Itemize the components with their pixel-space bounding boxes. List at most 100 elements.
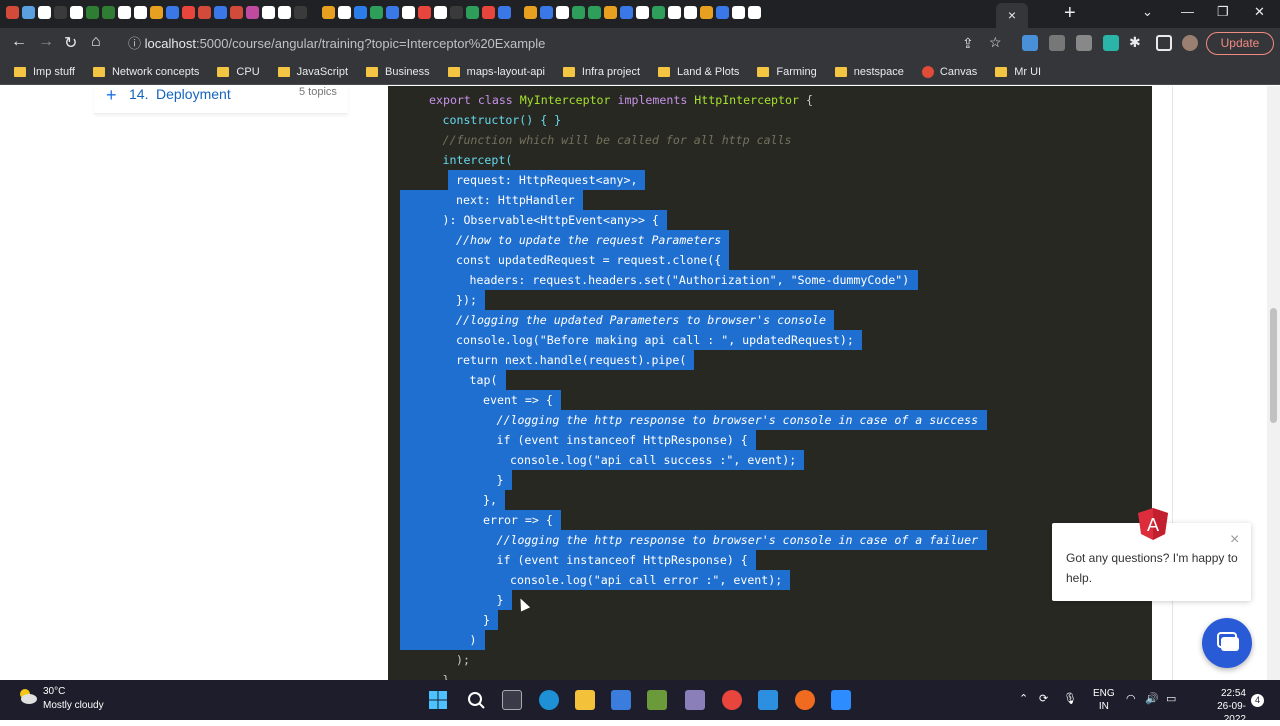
extension-toggle-icon[interactable] <box>1103 35 1119 51</box>
pinned-tab-favicon-icon[interactable] <box>668 6 681 19</box>
bookmark-item[interactable]: nestspace <box>834 66 904 78</box>
pinned-tab-favicon-icon[interactable] <box>150 6 163 19</box>
pinned-tab-favicon-icon[interactable] <box>38 6 51 19</box>
pinned-tab-favicon-icon[interactable] <box>338 6 351 19</box>
system-clock[interactable]: 22:54 26-09-2022 <box>1208 687 1246 726</box>
bookmark-item[interactable]: Imp stuff <box>14 66 75 78</box>
pinned-tab-favicon-icon[interactable] <box>198 6 211 19</box>
windows-start-icon[interactable] <box>428 690 448 710</box>
bookmark-item[interactable]: Network concepts <box>92 66 199 78</box>
pinned-tab-favicon-icon[interactable] <box>386 6 399 19</box>
bookmark-item[interactable]: maps-layout-api <box>447 66 545 78</box>
pinned-tab-favicon-icon[interactable] <box>22 6 35 19</box>
pinned-tab-favicon-icon[interactable] <box>70 6 83 19</box>
bookmark-item[interactable]: JavaScript <box>277 66 348 78</box>
pinned-tab-favicon-icon[interactable] <box>450 6 463 19</box>
update-button[interactable]: Update <box>1206 32 1274 55</box>
pinned-tab-favicon-icon[interactable] <box>588 6 601 19</box>
pinned-tab-favicon-icon[interactable] <box>182 6 195 19</box>
input-language[interactable]: ENG IN <box>1093 687 1115 713</box>
bookmark-item[interactable]: Business <box>366 66 430 78</box>
weather-widget[interactable]: 30°C Mostly cloudy <box>16 686 104 711</box>
pinned-tab-favicon-icon[interactable] <box>294 6 307 19</box>
pinned-tab-favicon-icon[interactable] <box>434 6 447 19</box>
firefox-icon[interactable] <box>795 690 815 710</box>
pinned-tab-favicon-icon[interactable] <box>604 6 617 19</box>
bookmark-item[interactable]: CPU <box>217 66 260 78</box>
bookmark-item[interactable]: Farming <box>757 66 817 78</box>
pinned-tab-favicon-icon[interactable] <box>748 6 761 19</box>
code-block[interactable]: export class MyInterceptor implements Ht… <box>388 86 1152 680</box>
forward-icon[interactable]: → <box>38 33 54 51</box>
vscode-icon[interactable] <box>758 690 778 710</box>
app-icon[interactable] <box>685 690 705 710</box>
wifi-icon[interactable]: ◠ <box>1126 692 1136 705</box>
pinned-tab-favicon-icon[interactable] <box>230 6 243 19</box>
reload-icon[interactable]: ↻ <box>64 33 77 53</box>
volume-icon[interactable]: 🔊 <box>1145 692 1159 705</box>
zoom-icon[interactable] <box>831 690 851 710</box>
sidebar-item-title[interactable]: Deployment <box>156 86 231 102</box>
close-tab-icon[interactable]: × <box>1008 7 1016 23</box>
pinned-tab-favicon-icon[interactable] <box>246 6 259 19</box>
microphone-icon[interactable]: 🎙 <box>1063 692 1077 705</box>
side-panel-icon[interactable] <box>1156 35 1172 51</box>
pinned-tab-favicon-icon[interactable] <box>572 6 585 19</box>
pinned-tab-favicon-icon[interactable] <box>732 6 745 19</box>
bookmark-item[interactable]: Infra project <box>562 66 640 78</box>
scrollbar-thumb[interactable] <box>1270 308 1277 423</box>
chat-launcher-button[interactable] <box>1202 618 1252 668</box>
back-icon[interactable]: ← <box>11 33 27 51</box>
site-info-icon[interactable]: ⓘ <box>128 36 141 51</box>
pinned-tab-favicon-icon[interactable] <box>482 6 495 19</box>
sidebar-item-deployment[interactable]: + 14. Deployment 5 topics <box>94 86 348 114</box>
pinned-tab-favicon-icon[interactable] <box>354 6 367 19</box>
show-hidden-icons[interactable]: ⌃ <box>1019 692 1028 705</box>
pinned-tab-favicon-icon[interactable] <box>498 6 511 19</box>
pinned-tab-favicon-icon[interactable] <box>134 6 147 19</box>
page-scrollbar[interactable] <box>1267 86 1280 680</box>
pinned-tab-favicon-icon[interactable] <box>402 6 415 19</box>
extension-camera-icon[interactable] <box>1076 35 1092 51</box>
minimize-icon[interactable]: — <box>1181 4 1194 19</box>
pinned-tab-favicon-icon[interactable] <box>370 6 383 19</box>
bookmark-item[interactable]: Land & Plots <box>658 66 739 78</box>
pinned-tab-favicon-icon[interactable] <box>466 6 479 19</box>
pinned-tab-favicon-icon[interactable] <box>6 6 19 19</box>
notification-badge[interactable]: 4 <box>1251 694 1264 707</box>
edge-icon[interactable] <box>539 690 559 710</box>
pinned-tab-favicon-icon[interactable] <box>556 6 569 19</box>
pinned-tab-favicon-icon[interactable] <box>86 6 99 19</box>
close-window-icon[interactable]: ✕ <box>1254 4 1265 20</box>
chat-close-icon[interactable]: × <box>1230 531 1239 549</box>
store-icon[interactable] <box>611 690 631 710</box>
pinned-tab-favicon-icon[interactable] <box>540 6 553 19</box>
pinned-tab-favicon-icon[interactable] <box>620 6 633 19</box>
battery-icon[interactable]: ▭ <box>1166 692 1176 705</box>
expand-icon[interactable]: + <box>106 86 117 106</box>
home-icon[interactable]: ⌂ <box>91 33 101 51</box>
pinned-tab-favicon-icon[interactable] <box>118 6 131 19</box>
notepad-plus-icon[interactable] <box>647 690 667 710</box>
pinned-tab-favicon-icon[interactable] <box>214 6 227 19</box>
pinned-tab-favicon-icon[interactable] <box>262 6 275 19</box>
search-icon[interactable] <box>466 690 486 710</box>
pinned-tab-favicon-icon[interactable] <box>700 6 713 19</box>
profile-avatar[interactable] <box>1182 35 1198 51</box>
pinned-tab-favicon-icon[interactable] <box>54 6 67 19</box>
bookmark-item[interactable]: Canvas <box>921 65 977 78</box>
tab-search-icon[interactable]: ⌄ <box>1142 4 1153 20</box>
task-view-icon[interactable] <box>502 690 522 710</box>
pinned-tab-favicon-icon[interactable] <box>166 6 179 19</box>
share-icon[interactable]: ⇪ <box>962 35 974 52</box>
maximize-icon[interactable]: ❐ <box>1217 4 1229 20</box>
pinned-tab-favicon-icon[interactable] <box>716 6 729 19</box>
chrome-icon[interactable] <box>722 690 742 710</box>
sync-icon[interactable]: ⟳ <box>1039 692 1048 705</box>
active-tab[interactable]: × <box>996 3 1028 28</box>
pinned-tab-favicon-icon[interactable] <box>102 6 115 19</box>
pinned-tab-favicon-icon[interactable] <box>636 6 649 19</box>
bookmark-item[interactable]: Mr UI <box>995 66 1041 78</box>
pinned-tab-favicon-icon[interactable] <box>418 6 431 19</box>
pinned-tab-favicon-icon[interactable] <box>684 6 697 19</box>
